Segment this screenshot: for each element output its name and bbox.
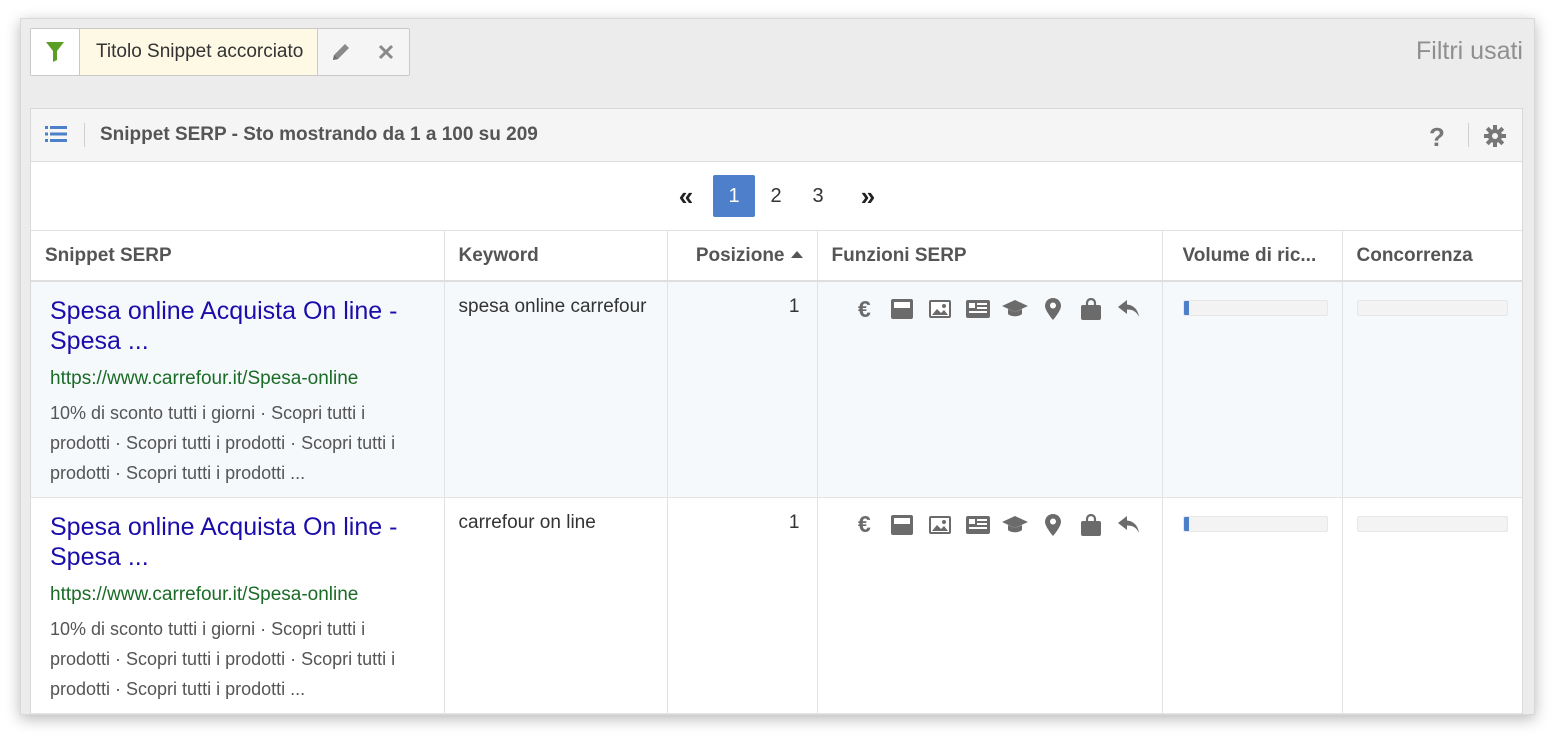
position-value: 1 — [788, 296, 800, 317]
active-filter-chip: Titolo Snippet accorciato — [30, 28, 411, 76]
volume-cell — [1162, 281, 1343, 498]
competition-cell — [1342, 497, 1522, 714]
help-icon[interactable]: ? — [1429, 122, 1445, 153]
snippet-description: 10% di sconto tutti i giorni · Scopri tu… — [50, 403, 396, 483]
position-cell: 1 — [667, 281, 818, 498]
position-cell: 1 — [667, 497, 818, 714]
keyword-text[interactable]: spesa online carrefour — [459, 282, 653, 318]
image-icon — [921, 296, 959, 322]
competition-cell — [1342, 281, 1522, 498]
volume-bar-fill — [1183, 516, 1190, 531]
snippet-title[interactable]: Spesa online Acquista On line - Spesa ..… — [50, 512, 424, 572]
pencil-icon — [332, 44, 349, 60]
reply-icon — [1110, 296, 1148, 322]
knowledge-icon — [997, 296, 1035, 322]
list-icon[interactable] — [45, 125, 67, 148]
snippet-cell: Spesa online Acquista On line - Spesa ..… — [31, 281, 445, 498]
col-header-position[interactable]: Posizione — [667, 231, 818, 282]
filters-frame: Titolo Snippet accorciato Filtri usati S… — [20, 18, 1535, 715]
reply-icon — [1110, 512, 1148, 538]
euro-icon: € — [857, 511, 871, 537]
image-icon — [921, 512, 959, 538]
first-page-button[interactable]: « — [674, 175, 698, 217]
news-icon — [959, 296, 997, 322]
filter-button[interactable] — [31, 29, 80, 75]
col-header-serp-features[interactable]: Funzioni SERP — [817, 231, 1163, 282]
map-pin-icon — [1034, 512, 1072, 538]
header-divider — [1468, 123, 1469, 147]
volume-cell — [1162, 497, 1343, 714]
col-header-snippet[interactable]: Snippet SERP — [31, 231, 445, 282]
close-icon — [379, 44, 394, 60]
pagination: « 1 2 3 » — [31, 162, 1522, 231]
serp-features-list: € — [832, 282, 1148, 322]
header-divider — [84, 123, 85, 147]
page-2-button[interactable]: 2 — [765, 175, 787, 217]
snippet-title[interactable]: Spesa online Acquista On line - Spesa ..… — [50, 296, 424, 356]
shopping-bag-icon — [1072, 512, 1110, 538]
volume-bar — [1182, 300, 1328, 316]
snippet-url[interactable]: https://www.carrefour.it/Spesa-online — [50, 368, 424, 390]
position-value: 1 — [788, 511, 800, 533]
funnel-icon — [46, 42, 64, 62]
panel-header: Snippet SERP - Sto mostrando da 1 a 100 … — [31, 109, 1522, 162]
euro-icon: € — [857, 295, 871, 322]
filter-label: Titolo Snippet accorciato — [80, 29, 319, 75]
featured-snippet-icon — [883, 512, 921, 538]
keyword-cell: spesa online carrefour — [444, 281, 668, 498]
knowledge-icon — [997, 512, 1035, 538]
last-page-button[interactable]: » — [856, 175, 880, 217]
col-header-keyword[interactable]: Keyword — [444, 231, 668, 282]
page-3-button[interactable]: 3 — [807, 175, 829, 217]
gear-icon[interactable] — [1484, 125, 1506, 152]
edit-filter-button[interactable] — [318, 29, 364, 75]
snippet-url[interactable]: https://www.carrefour.it/Spesa-online — [50, 584, 424, 606]
volume-bar-fill — [1183, 301, 1190, 315]
filters-used-label: Filtri usati — [1416, 37, 1523, 65]
page-1-button[interactable]: 1 — [713, 175, 755, 217]
sort-asc-icon — [790, 250, 803, 258]
serp-features-list: € — [832, 498, 1148, 538]
col-header-position-label: Posizione — [695, 244, 785, 266]
keyword-text[interactable]: carrefour on line — [459, 498, 653, 534]
serp-features-cell: € — [817, 497, 1163, 714]
shopping-bag-icon — [1072, 296, 1110, 322]
featured-snippet-icon — [883, 296, 921, 322]
panel-title: Snippet SERP - Sto mostrando da 1 a 100 … — [100, 124, 538, 145]
snippet-cell: Spesa online Acquista On line - Spesa ..… — [31, 497, 445, 714]
serp-features-cell: € — [817, 281, 1163, 498]
col-header-volume[interactable]: Volume di ric... — [1162, 231, 1343, 282]
remove-filter-button[interactable] — [363, 29, 410, 75]
map-pin-icon — [1034, 296, 1072, 322]
table-row[interactable]: Spesa online Acquista On line - Spesa ..… — [31, 497, 1522, 714]
col-header-competition[interactable]: Concorrenza — [1342, 231, 1522, 282]
volume-bar — [1182, 515, 1328, 532]
snippet-serp-panel: Snippet SERP - Sto mostrando da 1 a 100 … — [30, 108, 1523, 714]
competition-bar — [1356, 515, 1508, 532]
competition-bar — [1356, 300, 1508, 316]
table-row[interactable]: Spesa online Acquista On line - Spesa ..… — [31, 281, 1522, 498]
keyword-cell: carrefour on line — [444, 497, 668, 714]
snippet-description: 10% di sconto tutti i giorni · Scopri tu… — [50, 618, 396, 699]
news-icon — [959, 512, 997, 538]
table-header-row: Snippet SERP Keyword Posizione Funzioni … — [31, 231, 1522, 282]
serp-table: Snippet SERP Keyword Posizione Funzioni … — [31, 231, 1522, 714]
